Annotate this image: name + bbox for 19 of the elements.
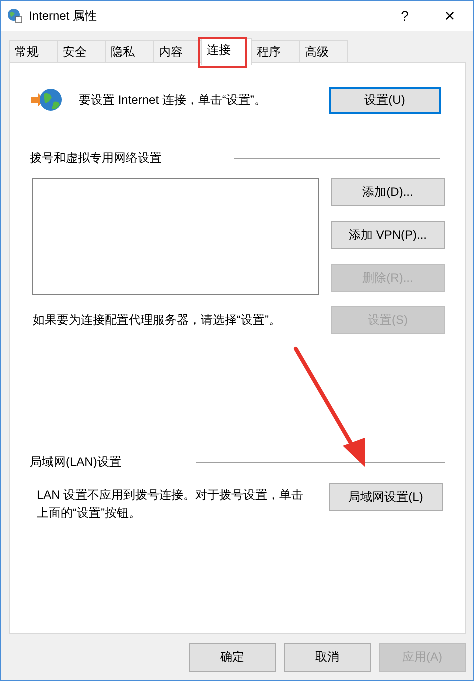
setup-instruction: 要设置 Internet 连接，单击“设置”。 <box>79 92 268 108</box>
window-title: Internet 属性 <box>29 8 98 24</box>
connection-list[interactable] <box>32 178 319 295</box>
proxy-instruction: 如果要为连接配置代理服务器，请选择“设置”。 <box>33 312 281 328</box>
tab[interactable]: 常规 <box>9 40 58 62</box>
dialup-button[interactable]: 添加 VPN(P)... <box>331 221 445 249</box>
lan-description: LAN 设置不应用到拨号连接。对于拨号设置，单击上面的“设置”按钮。 <box>37 487 305 522</box>
dialup-button[interactable]: 添加(D)... <box>331 178 445 206</box>
section-heading: 局域网(LAN)设置 <box>30 454 122 471</box>
lan-settings-button[interactable]: 局域网设置(L) <box>329 483 443 511</box>
setup-button[interactable]: 设置(U) <box>329 86 441 114</box>
dialog-button[interactable]: 取消 <box>284 643 371 672</box>
tab[interactable]: 高级 <box>299 40 348 62</box>
section-heading: 拨号和虚拟专用网络设置 <box>30 150 162 167</box>
close-button[interactable]: × <box>427 6 473 26</box>
globe-icon <box>7 8 23 24</box>
tab[interactable]: 连接 <box>201 38 252 65</box>
help-button[interactable]: ? <box>383 8 427 24</box>
dialog-button[interactable]: 确定 <box>189 643 276 672</box>
